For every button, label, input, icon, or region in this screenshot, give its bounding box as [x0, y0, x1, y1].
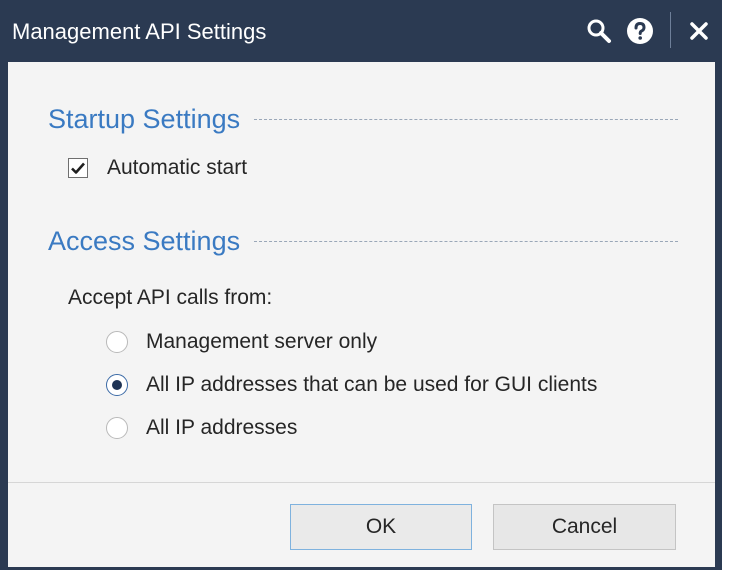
radio-label: All IP addresses — [146, 416, 298, 439]
radio-selected-dot — [112, 380, 122, 390]
search-icon[interactable] — [584, 16, 614, 46]
dialog-footer: OK Cancel — [8, 482, 715, 567]
automatic-start-checkbox-row[interactable]: Automatic start — [68, 156, 247, 180]
startup-settings-header: Startup Settings — [48, 104, 678, 135]
radio-management-server-only[interactable]: Management server only — [106, 330, 377, 354]
close-icon[interactable] — [684, 16, 714, 46]
radio-gui-client-ips[interactable]: All IP addresses that can be used for GU… — [106, 373, 597, 397]
management-api-settings-dialog: Management API Settings Startup Settings… — [0, 0, 722, 570]
section-divider — [254, 119, 678, 120]
access-settings-title: Access Settings — [48, 226, 241, 256]
cancel-button[interactable]: Cancel — [493, 504, 676, 550]
checkmark-icon — [71, 162, 85, 174]
title-bar[interactable]: Management API Settings — [0, 0, 722, 62]
dialog-content: Startup Settings Automatic start Access … — [8, 62, 715, 482]
radio-button[interactable] — [106, 331, 128, 353]
automatic-start-checkbox[interactable] — [68, 158, 88, 178]
radio-label: Management server only — [146, 330, 378, 353]
automatic-start-label: Automatic start — [107, 156, 248, 179]
radio-button-selected[interactable] — [106, 374, 128, 396]
section-divider — [254, 241, 678, 242]
title-bar-separator — [670, 12, 671, 48]
help-icon[interactable] — [625, 16, 655, 46]
startup-settings-title: Startup Settings — [48, 104, 241, 134]
dialog-title: Management API Settings — [12, 19, 267, 44]
accept-api-calls-label: Accept API calls from: — [68, 286, 273, 309]
ok-button[interactable]: OK — [290, 504, 472, 550]
radio-label: All IP addresses that can be used for GU… — [146, 373, 598, 396]
radio-all-ip-addresses[interactable]: All IP addresses — [106, 416, 297, 440]
radio-button[interactable] — [106, 417, 128, 439]
access-settings-header: Access Settings — [48, 226, 678, 257]
